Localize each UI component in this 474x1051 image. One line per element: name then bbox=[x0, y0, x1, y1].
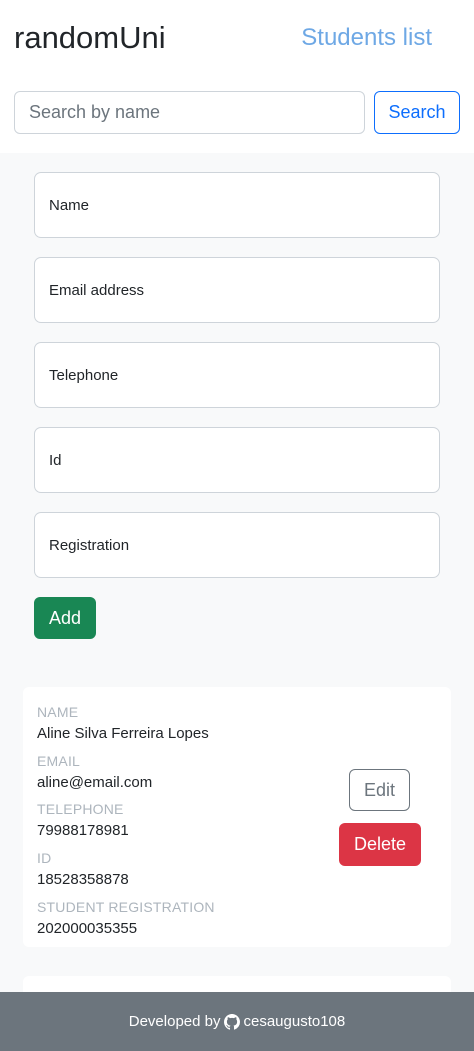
student-telephone: 79988178981 bbox=[37, 822, 129, 839]
email-field[interactable] bbox=[34, 257, 440, 323]
id-label: ID bbox=[37, 850, 52, 866]
name-label: NAME bbox=[37, 704, 79, 720]
telephone-field[interactable] bbox=[34, 342, 440, 408]
registration-field[interactable] bbox=[34, 512, 440, 578]
student-card: NAME Aline Silva Ferreira Lopes EMAIL al… bbox=[23, 687, 451, 947]
add-button[interactable]: Add bbox=[34, 597, 96, 639]
student-name: Aline Silva Ferreira Lopes bbox=[37, 725, 209, 742]
footer-prefix: Developed by bbox=[128, 1013, 221, 1030]
footer: Developed by cesaugusto108 bbox=[0, 992, 474, 1051]
id-field[interactable] bbox=[34, 427, 440, 493]
registration-label: STUDENT REGISTRATION bbox=[37, 899, 215, 915]
student-registration: 202000035355 bbox=[37, 920, 138, 937]
student-email: aline@email.com bbox=[37, 774, 153, 791]
search-input[interactable] bbox=[14, 91, 365, 134]
email-label: EMAIL bbox=[37, 753, 81, 769]
navbar: randomUni Students list Search bbox=[0, 0, 474, 153]
student-id: 18528358878 bbox=[37, 871, 129, 888]
search-button[interactable]: Search bbox=[374, 91, 460, 134]
delete-button[interactable]: Delete bbox=[339, 823, 421, 866]
name-field[interactable] bbox=[34, 172, 440, 238]
author-link[interactable]: cesaugusto108 bbox=[243, 1013, 345, 1030]
edit-button[interactable]: Edit bbox=[349, 769, 410, 811]
brand-title[interactable]: randomUni bbox=[14, 20, 166, 56]
telephone-label: TELEPHONE bbox=[37, 801, 124, 817]
students-list-link[interactable]: Students list bbox=[301, 24, 432, 52]
github-icon bbox=[224, 1013, 241, 1030]
